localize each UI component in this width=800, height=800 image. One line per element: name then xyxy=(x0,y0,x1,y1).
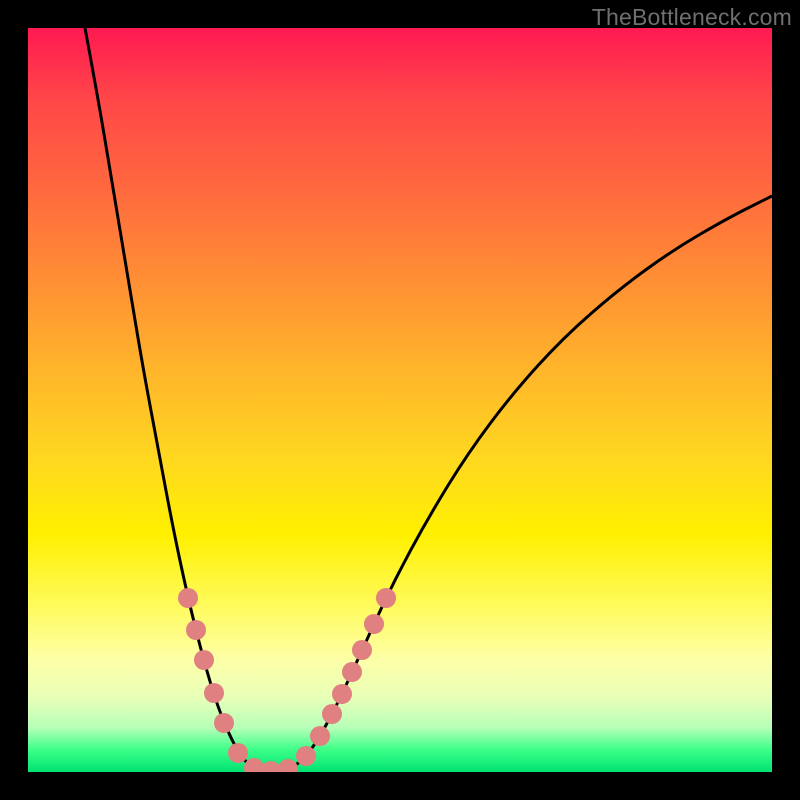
curve-marker xyxy=(186,620,206,640)
bottleneck-curve xyxy=(85,28,772,772)
curve-marker xyxy=(332,684,352,704)
curve-marker xyxy=(278,759,298,772)
curve-marker xyxy=(228,743,248,763)
curve-marker xyxy=(342,662,362,682)
curve-marker xyxy=(204,683,224,703)
chart-frame: TheBottleneck.com xyxy=(0,0,800,800)
watermark-text: TheBottleneck.com xyxy=(592,4,792,31)
curve-marker xyxy=(310,726,330,746)
curve-marker xyxy=(322,704,342,724)
chart-plot-area xyxy=(28,28,772,772)
curve-marker xyxy=(352,640,372,660)
chart-svg xyxy=(28,28,772,772)
curve-marker xyxy=(244,758,264,772)
curve-marker xyxy=(296,746,316,766)
curve-marker xyxy=(178,588,198,608)
curve-marker xyxy=(214,713,234,733)
curve-marker xyxy=(364,614,384,634)
curve-marker xyxy=(376,588,396,608)
curve-marker xyxy=(261,761,281,772)
curve-marker xyxy=(194,650,214,670)
